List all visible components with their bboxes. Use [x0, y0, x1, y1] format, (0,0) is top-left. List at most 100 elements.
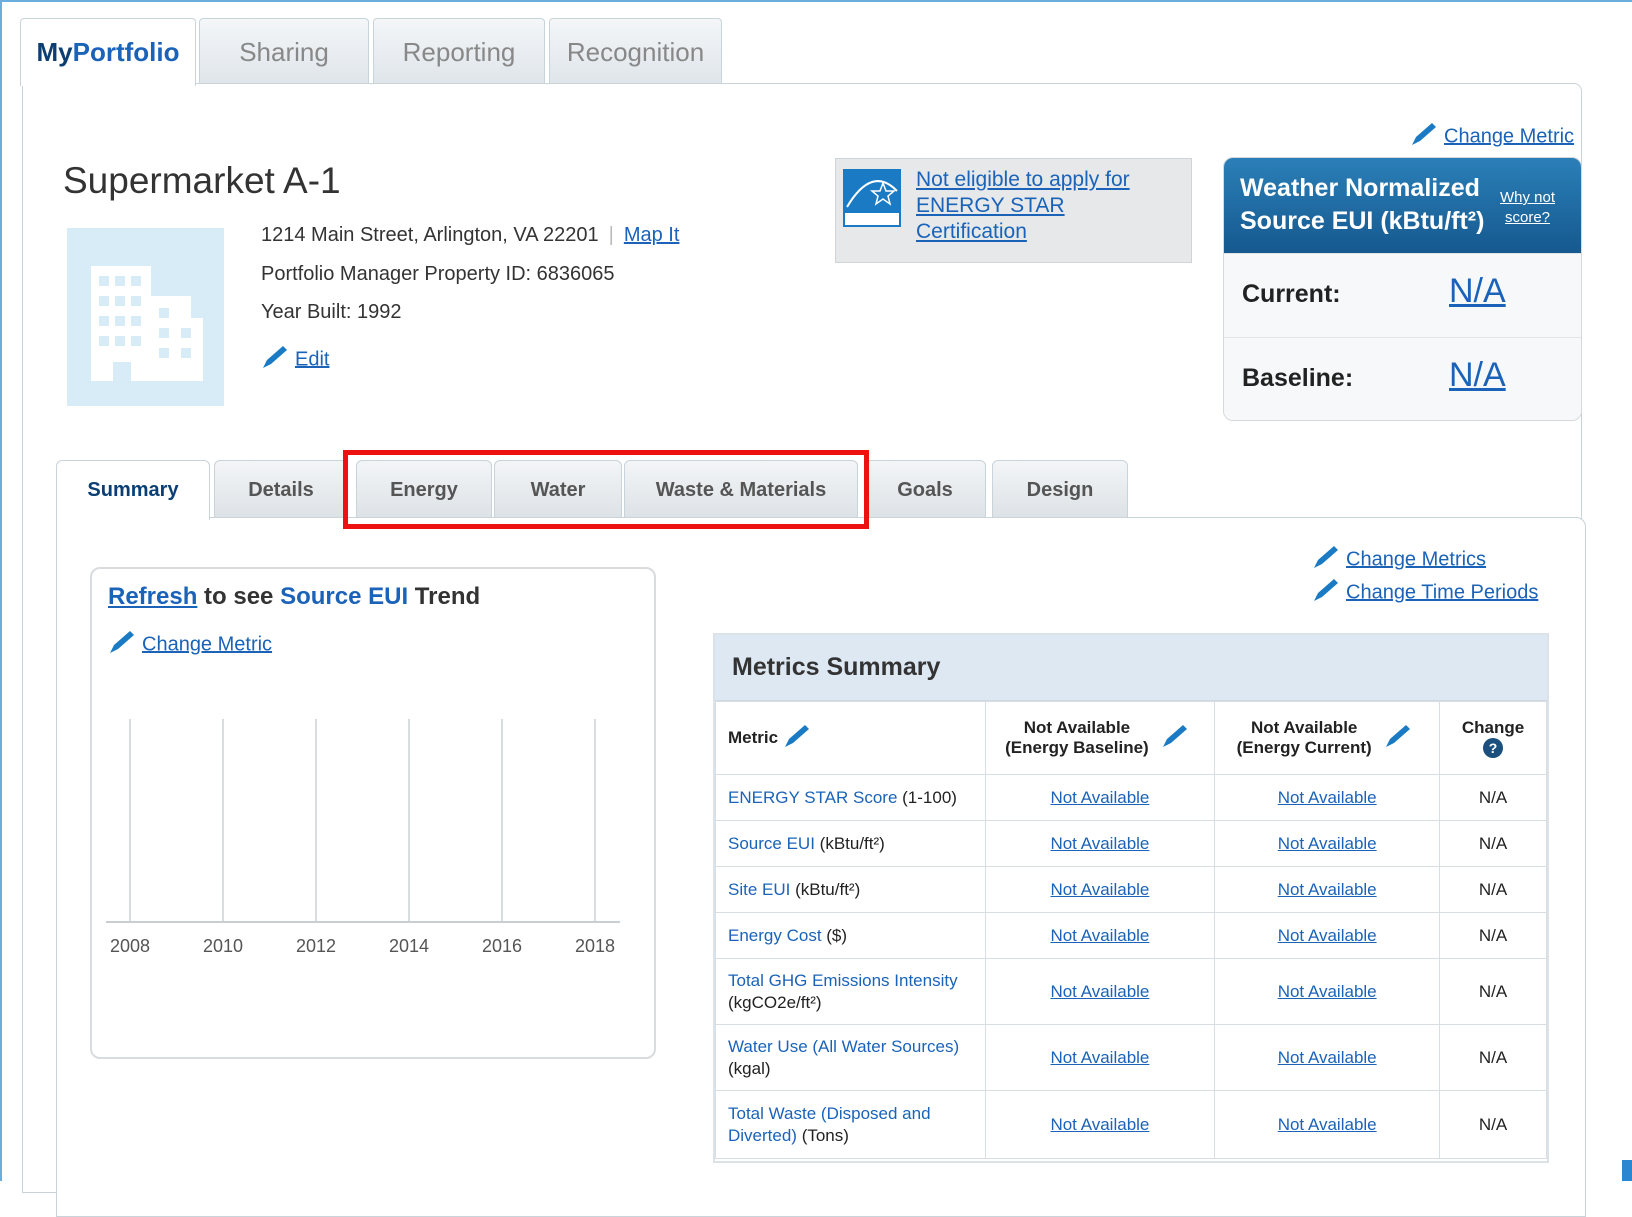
energy-star-logo — [843, 169, 901, 227]
baseline-cell: Not Available — [984, 1090, 1216, 1159]
x-tick-label: 2014 — [389, 936, 429, 956]
metric-header-label: Metric — [728, 727, 779, 747]
baseline-value-link[interactable]: Not Available — [1050, 834, 1149, 853]
metric-name-link[interactable]: ENERGY STAR Score — [728, 788, 897, 807]
x-tick-label: 2012 — [296, 936, 336, 956]
pencil-icon — [1312, 577, 1340, 609]
why-not-score-link[interactable]: Why not score? — [1500, 188, 1555, 228]
edit-link[interactable]: Edit — [295, 348, 329, 370]
metric-name-link[interactable]: Site EUI — [728, 880, 790, 899]
x-tick-label: 2010 — [203, 936, 243, 956]
metric-name-link[interactable]: Source EUI — [728, 834, 815, 853]
trend-chart: 2008 2010 2012 2014 2016 2018 — [106, 719, 620, 956]
metric-unit: ($) — [821, 925, 848, 945]
current-cell: Not Available — [1214, 774, 1441, 821]
help-icon[interactable]: ? — [1483, 738, 1504, 758]
baseline-value-link[interactable]: Not Available — [1050, 788, 1149, 807]
current-row: Current: N/A — [1224, 253, 1581, 337]
metric-unit: (kgal) — [728, 1058, 771, 1078]
baseline-column-header: Not Available (Energy Baseline) — [984, 701, 1216, 775]
change-time-periods-link[interactable]: Change Time Periods — [1346, 581, 1538, 603]
baseline-value-link[interactable]: Not Available — [1050, 982, 1149, 1001]
metrics-summary-header: Metrics Summary — [715, 635, 1547, 701]
change-metrics-row: Change Metrics — [1312, 544, 1486, 576]
table-row: Total GHG Emissions Intensity (kgCO2e/ft… — [715, 958, 1547, 1025]
current-value-link[interactable]: Not Available — [1278, 1115, 1377, 1134]
tab-details[interactable]: Details — [214, 460, 348, 518]
current-value-link[interactable]: Not Available — [1278, 880, 1377, 899]
table-row: Water Use (All Water Sources) (kgal) Not … — [715, 1024, 1547, 1091]
table-row: Total Waste (Disposed and Diverted) (Ton… — [715, 1090, 1547, 1159]
change-header-label: Change — [1461, 718, 1525, 737]
change-cell: N/A — [1439, 1090, 1547, 1159]
metric-unit: (Tons) — [796, 1125, 849, 1145]
current-value-link[interactable]: Not Available — [1278, 982, 1377, 1001]
change-cell: N/A — [1439, 820, 1547, 867]
baseline-value-link[interactable]: Not Available — [1050, 1048, 1149, 1067]
tab-summary[interactable]: Summary — [56, 460, 210, 520]
current-header-line2: (Energy Current) — [1236, 738, 1372, 757]
current-cell: Not Available — [1214, 820, 1441, 867]
metric-cell: Total Waste (Disposed and Diverted) (Ton… — [715, 1090, 986, 1159]
table-row: Energy Cost ($) Not Available Not Availabl… — [715, 912, 1547, 959]
why-line1: Why not — [1500, 189, 1556, 206]
pencil-icon — [1312, 544, 1340, 576]
current-value-link[interactable]: Not Available — [1278, 926, 1377, 945]
tab-reporting[interactable]: Reporting — [373, 18, 545, 84]
current-cell: Not Available — [1214, 1090, 1441, 1159]
current-value-link[interactable]: Not Available — [1278, 834, 1377, 853]
pencil-icon[interactable] — [1161, 723, 1189, 754]
pencil-icon[interactable] — [783, 723, 811, 754]
weather-normalized-header: Weather Normalized Source EUI (kBtu/ft²)… — [1224, 158, 1581, 253]
baseline-header-line2: (Energy Baseline) — [1005, 738, 1149, 757]
baseline-header-line1: Not Available — [1023, 718, 1131, 737]
baseline-value-link[interactable]: Not Available — [1050, 880, 1149, 899]
pencil-icon[interactable] — [1384, 723, 1412, 754]
weather-title-line2: Source EUI (kBtu/ft²) — [1240, 207, 1485, 235]
metric-cell: Source EUI (kBtu/ft²) — [715, 820, 986, 867]
tab-myportfolio-label: Portfolio — [72, 37, 180, 67]
metrics-summary-card: Metrics Summary Metric Not Available (En… — [713, 633, 1549, 1163]
change-cell: N/A — [1439, 1024, 1547, 1091]
change-metric-link[interactable]: Change Metric — [1444, 125, 1574, 147]
current-cell: Not Available — [1214, 912, 1441, 959]
metrics-table-body: ENERGY STAR Score (1-100) Not Available No… — [715, 774, 1547, 1159]
current-cell: Not Available — [1214, 1024, 1441, 1091]
weather-normalized-title: Weather Normalized Source EUI (kBtu/ft²) — [1240, 172, 1484, 238]
highlight-box — [343, 450, 869, 529]
year-built: Year Built: 1992 — [261, 301, 402, 323]
tab-recognition[interactable]: Recognition — [549, 18, 722, 84]
metrics-header-row: Metric Not Available (Energy Baseline) N… — [715, 701, 1547, 775]
change-cell: N/A — [1439, 866, 1547, 913]
tab-goals[interactable]: Goals — [864, 460, 986, 518]
change-cell: N/A — [1439, 774, 1547, 821]
x-tick-label: 2018 — [575, 936, 615, 956]
why-line2: score? — [1505, 209, 1551, 226]
current-value-link[interactable]: N/A — [1449, 272, 1506, 311]
scrollbar-corner[interactable] — [1622, 1160, 1632, 1181]
current-value-link[interactable]: Not Available — [1278, 1048, 1377, 1067]
baseline-value-link[interactable]: Not Available — [1050, 926, 1149, 945]
current-column-header: Not Available (Energy Current) — [1214, 701, 1441, 775]
current-value-link[interactable]: Not Available — [1278, 788, 1377, 807]
change-column-header: Change ? — [1439, 701, 1547, 775]
property-address: 1214 Main Street, Arlington, VA 22201 — [261, 224, 599, 246]
baseline-value-link[interactable]: N/A — [1449, 356, 1506, 395]
tab-sharing[interactable]: Sharing — [199, 18, 369, 84]
metric-name-link[interactable]: Water Use (All Water Sources) — [728, 1037, 959, 1056]
building-icon — [67, 228, 224, 406]
tab-myportfolio[interactable]: MyPortfolio — [20, 18, 196, 86]
divider: | — [608, 224, 614, 246]
tab-design[interactable]: Design — [992, 460, 1128, 518]
pencil-icon — [1410, 121, 1438, 153]
change-metrics-link[interactable]: Change Metrics — [1346, 548, 1486, 570]
metric-name-link[interactable]: Energy Cost — [728, 926, 822, 945]
map-it-link[interactable]: Map It — [624, 224, 680, 246]
x-tick-label: 2016 — [482, 936, 522, 956]
metric-unit: (kBtu/ft²) — [790, 879, 861, 899]
baseline-value-link[interactable]: Not Available — [1050, 1115, 1149, 1134]
metric-cell: ENERGY STAR Score (1-100) — [715, 774, 986, 821]
table-row: Site EUI (kBtu/ft²) Not Available Not Avai… — [715, 866, 1547, 913]
energy-star-certification-link[interactable]: Not eligible to apply for ENERGY STAR Ce… — [916, 167, 1176, 245]
metric-name-link[interactable]: Total GHG Emissions Intensity — [728, 971, 958, 990]
